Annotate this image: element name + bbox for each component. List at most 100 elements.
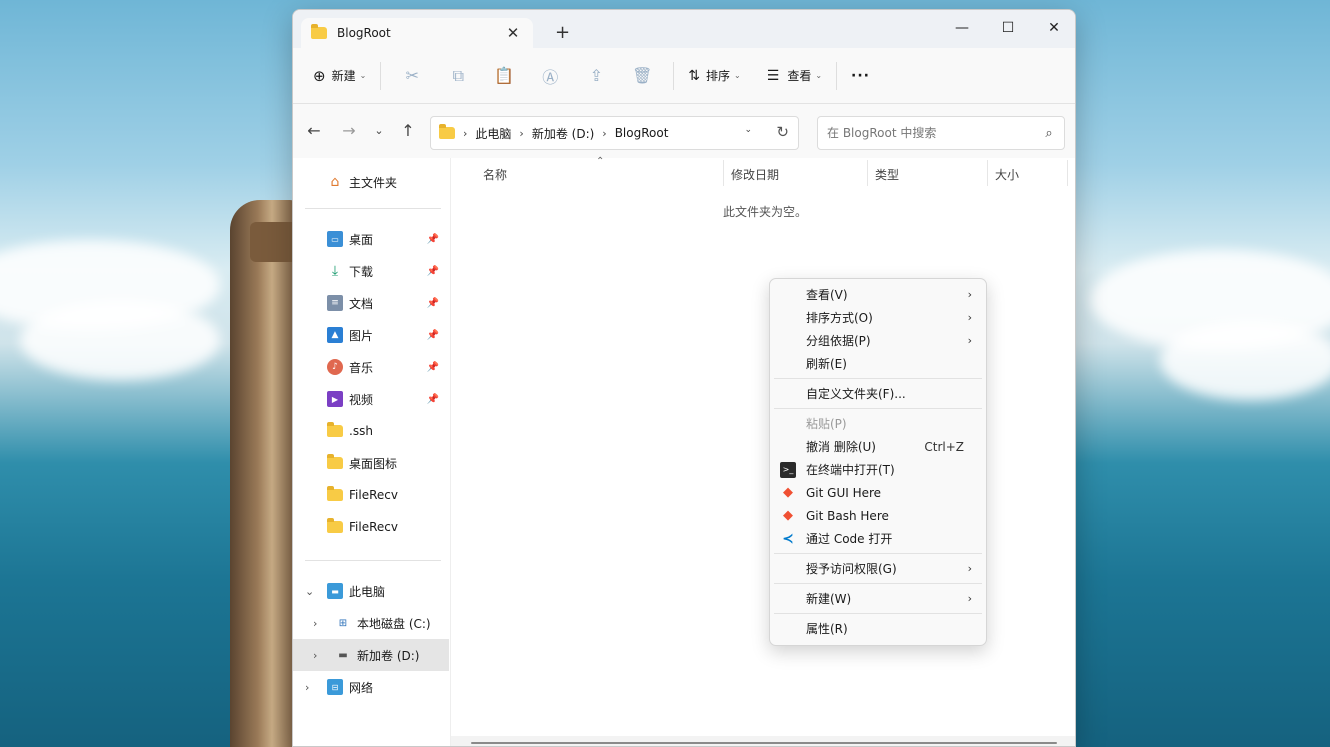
chevron-right-icon[interactable]: › (313, 617, 317, 630)
delete-icon[interactable]: 🗑 (626, 60, 658, 92)
address-row: ← → ⌄ ↑ › 此电脑 › 新加卷 (D:) › BlogRoot ⌄ ↻ … (293, 104, 1075, 158)
network-icon: ⊟ (327, 679, 343, 695)
up-arrow-icon[interactable]: ↑ (398, 121, 418, 140)
menu-item-label: 在终端中打开(T) (806, 463, 895, 477)
menu-item-refresh[interactable]: 刷新(E) (774, 352, 982, 375)
refresh-icon[interactable]: ↻ (776, 123, 789, 141)
back-arrow-icon[interactable]: ← (304, 121, 324, 140)
chevron-right-icon: › (519, 126, 524, 140)
column-header-type[interactable]: 类型 (875, 166, 899, 183)
rename-icon[interactable]: Ⓐ (534, 60, 566, 92)
chevron-right-icon: › (463, 126, 468, 140)
chevron-right-icon[interactable]: › (305, 681, 309, 694)
terminal-icon: >_ (780, 461, 796, 478)
sidebar-item-filerecv-2[interactable]: FileRecv (293, 511, 449, 543)
sidebar-item-filerecv[interactable]: FileRecv (293, 479, 449, 511)
search-input[interactable] (827, 126, 1034, 140)
column-divider[interactable] (987, 160, 988, 186)
forward-arrow-icon[interactable]: → (339, 121, 359, 140)
menu-item-label: 排序方式(O) (806, 311, 873, 325)
vscode-icon: ≺ (782, 530, 794, 547)
column-divider[interactable] (723, 160, 724, 186)
pin-icon[interactable]: 📌 (427, 330, 439, 341)
column-divider[interactable] (1067, 160, 1068, 186)
menu-item-open-terminal[interactable]: >_ 在终端中打开(T) (774, 458, 982, 481)
pin-icon[interactable]: 📌 (427, 362, 439, 373)
column-header-date[interactable]: 修改日期 (731, 166, 779, 183)
paste-icon[interactable]: 📋 (488, 60, 520, 92)
search-box[interactable]: ⌕ (817, 116, 1065, 150)
sort-button-label: 排序 (706, 69, 731, 83)
close-tab-icon[interactable]: ✕ (503, 24, 523, 42)
sidebar-item-desktop[interactable]: ▭ 桌面 📌 (293, 223, 449, 255)
view-list-icon: ☰ (766, 67, 780, 84)
pin-icon[interactable]: 📌 (427, 234, 439, 245)
sidebar-item-home[interactable]: ⌂ 主文件夹 (293, 166, 449, 198)
new-tab-button[interactable]: + (555, 22, 570, 43)
menu-item-grant-access[interactable]: 授予访问权限(G) › (774, 557, 982, 580)
horizontal-scrollbar[interactable] (471, 742, 1057, 744)
sidebar-item-documents[interactable]: ≡ 文档 📌 (293, 287, 449, 319)
sidebar-item-this-pc[interactable]: ⌄ ▬ 此电脑 (293, 575, 449, 607)
sidebar-item-drive-d[interactable]: › ▬ 新加卷 (D:) (293, 639, 449, 671)
menu-item-view[interactable]: 查看(V) › (774, 283, 982, 306)
chevron-right-icon: › (967, 562, 972, 575)
drive-icon: ▬ (338, 649, 348, 661)
tab-blogroot[interactable]: BlogRoot ✕ (301, 18, 533, 48)
menu-item-customize-folder[interactable]: 自定义文件夹(F)... (774, 382, 982, 405)
menu-item-properties[interactable]: 属性(R) (774, 617, 982, 640)
close-window-button[interactable]: ✕ (1031, 14, 1075, 42)
sidebar-item-label: 图片 (349, 328, 374, 343)
share-icon[interactable]: ⇪ (580, 60, 612, 92)
column-header-size[interactable]: 大小 (995, 166, 1019, 183)
sidebar-item-ssh[interactable]: .ssh (293, 415, 449, 447)
menu-item-sort[interactable]: 排序方式(O) › (774, 306, 982, 329)
sidebar-item-music[interactable]: ♪ 音乐 📌 (293, 351, 449, 383)
folder-icon (327, 422, 343, 439)
copy-icon[interactable]: ⧉ (442, 60, 474, 92)
pin-icon[interactable]: 📌 (427, 394, 439, 405)
menu-separator (774, 378, 982, 379)
command-bar: ⊕ 新建 ⌄ ✂ ⧉ 📋 Ⓐ ⇪ 🗑 ⇅ 排序 ⌄ ☰ 查看 ⌄ ··· (293, 48, 1075, 104)
menu-item-open-with-code[interactable]: ≺ 通过 Code 打开 (774, 527, 982, 550)
sidebar-item-network[interactable]: › ⊟ 网络 (293, 671, 449, 703)
column-divider[interactable] (867, 160, 868, 186)
more-options-button[interactable]: ··· (845, 58, 876, 94)
search-icon[interactable]: ⌕ (1034, 126, 1064, 141)
sort-button[interactable]: ⇅ 排序 ⌄ (682, 58, 746, 94)
video-icon: ▶ (327, 391, 343, 407)
view-button[interactable]: ☰ 查看 ⌄ (761, 58, 828, 94)
sort-ascending-icon: ⌃ (596, 156, 605, 167)
column-header-name[interactable]: 名称 (483, 166, 507, 183)
plus-circle-icon: ⊕ (313, 66, 326, 85)
sidebar-item-desktop-icons[interactable]: 桌面图标 (293, 447, 449, 479)
cut-icon[interactable]: ✂ (396, 60, 428, 92)
address-bar[interactable]: › 此电脑 › 新加卷 (D:) › BlogRoot ⌄ ↻ (430, 116, 799, 150)
chevron-down-icon[interactable]: ⌄ (744, 125, 752, 135)
chevron-down-icon[interactable]: ⌄ (305, 585, 314, 598)
context-menu: 查看(V) › 排序方式(O) › 分组依据(P) › 刷新(E) 自定义文件夹… (769, 278, 987, 646)
menu-item-git-gui[interactable]: ◆ Git GUI Here (774, 481, 982, 504)
menu-item-git-bash[interactable]: ◆ Git Bash Here (774, 504, 982, 527)
menu-item-undo-delete[interactable]: 撤消 删除(U) Ctrl+Z (774, 435, 982, 458)
maximize-button[interactable]: ☐ (985, 14, 1031, 42)
pictures-icon: ▲ (327, 327, 343, 343)
pin-icon[interactable]: 📌 (427, 266, 439, 277)
breadcrumb-drive-d[interactable]: 新加卷 (D:) (532, 125, 594, 142)
breadcrumb-this-pc[interactable]: 此电脑 (475, 125, 511, 142)
chevron-right-icon[interactable]: › (313, 649, 317, 662)
sidebar-item-videos[interactable]: ▶ 视频 📌 (293, 383, 449, 415)
pin-icon[interactable]: 📌 (427, 298, 439, 309)
breadcrumb-blogroot[interactable]: BlogRoot (615, 126, 669, 140)
sidebar-item-downloads[interactable]: ⤓ 下载 📌 (293, 255, 449, 287)
minimize-button[interactable]: — (939, 14, 985, 42)
recent-locations-icon[interactable]: ⌄ (369, 124, 389, 137)
sidebar-item-pictures[interactable]: ▲ 图片 📌 (293, 319, 449, 351)
new-button[interactable]: ⊕ 新建 ⌄ (307, 58, 372, 94)
menu-item-new[interactable]: 新建(W) › (774, 587, 982, 610)
menu-item-group[interactable]: 分组依据(P) › (774, 329, 982, 352)
sidebar-item-drive-c[interactable]: › ⊞ 本地磁盘 (C:) (293, 607, 449, 639)
sidebar-item-label: 此电脑 (349, 584, 386, 599)
menu-separator (774, 408, 982, 409)
sidebar-divider (305, 560, 441, 561)
